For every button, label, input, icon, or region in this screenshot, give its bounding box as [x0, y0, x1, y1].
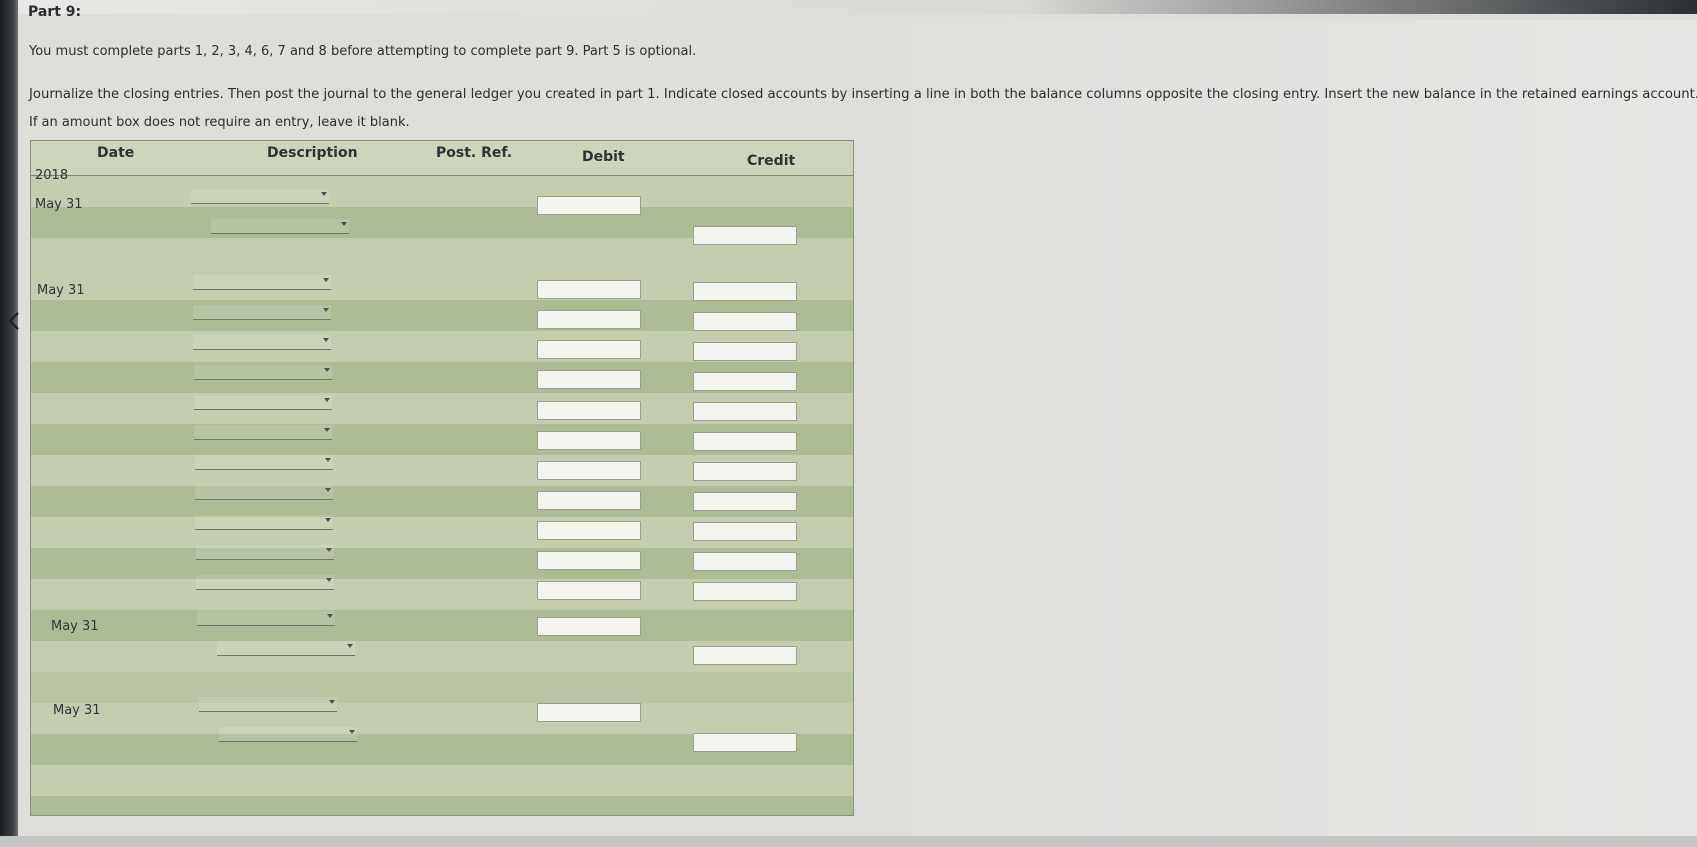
chevron-left-icon[interactable] [4, 310, 26, 332]
journal-row [31, 672, 853, 703]
dropdown-arrow-icon [329, 700, 335, 704]
journal-row [31, 610, 853, 641]
closing-entries-journal: Date Description Post. Ref. Debit Credit… [30, 140, 854, 816]
dropdown-arrow-icon [325, 518, 331, 522]
header-date: Date [97, 145, 135, 161]
journal-year: 2018 [35, 168, 69, 183]
dropdown-arrow-icon [324, 368, 330, 372]
description-dropdown[interactable] [195, 515, 333, 530]
entry-date: May 31 [37, 283, 85, 298]
screen-bezel-left [0, 0, 18, 847]
debit-input[interactable] [537, 491, 641, 510]
debit-input[interactable] [537, 280, 641, 299]
dropdown-arrow-icon [324, 428, 330, 432]
credit-input[interactable] [693, 342, 797, 361]
entry-date: May 31 [51, 619, 99, 634]
description-dropdown[interactable] [219, 727, 357, 742]
entry-date: May 31 [53, 703, 101, 718]
journal-header-row: Date Description Post. Ref. Debit Credit [31, 141, 853, 176]
credit-input[interactable] [693, 492, 797, 511]
debit-input[interactable] [537, 617, 641, 636]
description-dropdown[interactable] [196, 545, 334, 560]
credit-input[interactable] [693, 402, 797, 421]
description-dropdown[interactable] [193, 305, 331, 320]
dropdown-arrow-icon [347, 644, 353, 648]
debit-input[interactable] [537, 401, 641, 420]
header-post-ref: Post. Ref. [436, 145, 513, 161]
dropdown-arrow-icon [341, 222, 347, 226]
credit-input[interactable] [693, 552, 797, 571]
description-dropdown[interactable] [194, 425, 332, 440]
debit-input[interactable] [537, 581, 641, 600]
dropdown-arrow-icon [321, 192, 327, 196]
description-dropdown[interactable] [196, 575, 334, 590]
dropdown-arrow-icon [323, 278, 329, 282]
dropdown-arrow-icon [323, 338, 329, 342]
part-title: Part 9: [28, 4, 82, 20]
debit-input[interactable] [537, 461, 641, 480]
dropdown-arrow-icon [325, 488, 331, 492]
instruction-journalize: Journalize the closing entries. Then pos… [29, 87, 1697, 102]
header-description: Description [267, 145, 358, 161]
dropdown-arrow-icon [326, 578, 332, 582]
description-dropdown[interactable] [217, 641, 355, 656]
description-dropdown[interactable] [199, 697, 337, 712]
description-dropdown[interactable] [191, 189, 329, 204]
description-dropdown[interactable] [193, 335, 331, 350]
header-credit: Credit [747, 153, 796, 169]
dropdown-arrow-icon [323, 308, 329, 312]
instruction-prerequisites: You must complete parts 1, 2, 3, 4, 6, 7… [29, 44, 697, 59]
journal-row [31, 176, 853, 207]
debit-input[interactable] [537, 340, 641, 359]
screen-bezel-top [0, 0, 1697, 14]
description-dropdown[interactable] [197, 611, 335, 626]
debit-input[interactable] [537, 521, 641, 540]
dropdown-arrow-icon [327, 614, 333, 618]
credit-input[interactable] [693, 312, 797, 331]
debit-input[interactable] [537, 431, 641, 450]
credit-input[interactable] [693, 226, 797, 245]
debit-input[interactable] [537, 310, 641, 329]
credit-input[interactable] [693, 432, 797, 451]
header-debit: Debit [582, 149, 625, 165]
debit-input[interactable] [537, 370, 641, 389]
journal-row [31, 703, 853, 734]
dropdown-arrow-icon [324, 398, 330, 402]
description-dropdown[interactable] [211, 219, 349, 234]
description-dropdown[interactable] [195, 485, 333, 500]
journal-row [31, 765, 853, 796]
dropdown-arrow-icon [349, 730, 355, 734]
debit-input[interactable] [537, 703, 641, 722]
screen-bezel-bottom [0, 836, 1697, 847]
credit-input[interactable] [693, 522, 797, 541]
screen-glare [860, 20, 1697, 836]
credit-input[interactable] [693, 733, 797, 752]
description-dropdown[interactable] [194, 365, 332, 380]
entry-date: May 31 [35, 197, 83, 212]
description-dropdown[interactable] [195, 455, 333, 470]
dropdown-arrow-icon [325, 458, 331, 462]
journal-row [31, 796, 853, 815]
instruction-blank-boxes: If an amount box does not require an ent… [29, 115, 410, 130]
credit-input[interactable] [693, 582, 797, 601]
credit-input[interactable] [693, 462, 797, 481]
debit-input[interactable] [537, 551, 641, 570]
credit-input[interactable] [693, 646, 797, 665]
credit-input[interactable] [693, 282, 797, 301]
credit-input[interactable] [693, 372, 797, 391]
description-dropdown[interactable] [194, 395, 332, 410]
dropdown-arrow-icon [326, 548, 332, 552]
description-dropdown[interactable] [193, 275, 331, 290]
debit-input[interactable] [537, 196, 641, 215]
